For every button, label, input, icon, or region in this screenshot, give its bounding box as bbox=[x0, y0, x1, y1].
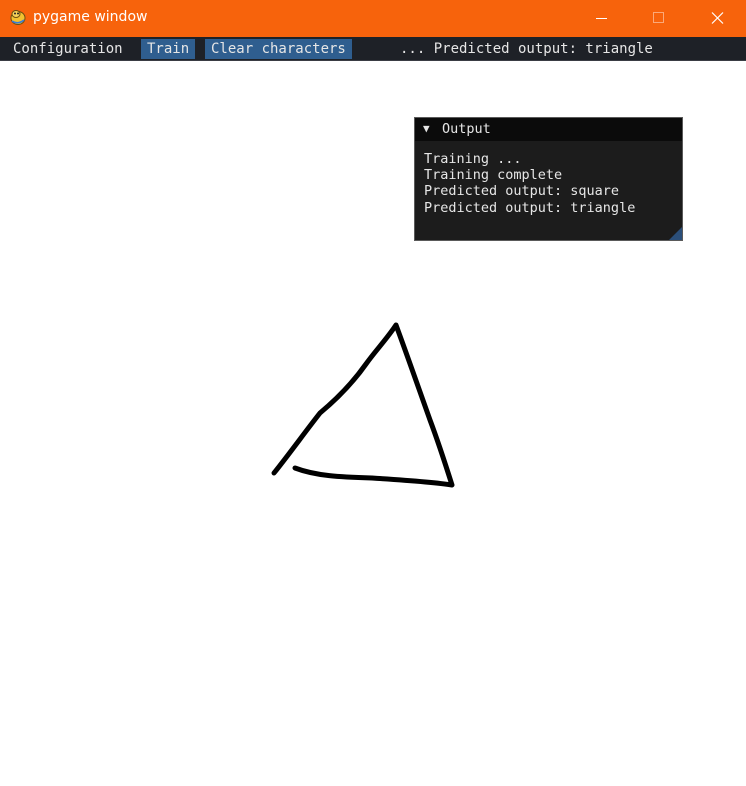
pygame-window: pygame window Configuration Train Clear … bbox=[0, 0, 746, 786]
window-title: pygame window bbox=[33, 9, 148, 25]
pygame-snake-icon bbox=[10, 10, 26, 25]
log-line: Training complete bbox=[424, 167, 563, 184]
resize-grip-icon[interactable] bbox=[669, 227, 682, 240]
output-panel-header[interactable]: ▼ Output bbox=[415, 118, 682, 141]
minimize-button[interactable] bbox=[572, 0, 630, 37]
maximize-button[interactable] bbox=[630, 0, 688, 37]
close-icon bbox=[711, 12, 724, 24]
menu-bar: Configuration Train Clear characters ...… bbox=[0, 37, 746, 61]
maximize-icon bbox=[653, 12, 664, 23]
menu-configuration[interactable]: Configuration bbox=[7, 39, 129, 59]
prediction-status: ... Predicted output: triangle bbox=[400, 41, 653, 57]
log-line: Predicted output: triangle bbox=[424, 199, 636, 216]
output-panel-title: Output bbox=[442, 121, 491, 137]
title-bar[interactable]: pygame window bbox=[0, 0, 746, 37]
close-button[interactable] bbox=[688, 0, 746, 37]
menu-clear-characters[interactable]: Clear characters bbox=[205, 39, 352, 59]
minimize-icon bbox=[596, 18, 607, 19]
collapse-arrow-icon[interactable]: ▼ bbox=[423, 122, 430, 136]
log-line: Training ... bbox=[424, 151, 522, 167]
output-log: Training ... Training complete Predicted… bbox=[424, 151, 635, 216]
output-panel[interactable]: ▼ Output Training ... Training complete … bbox=[414, 117, 683, 241]
log-line: Predicted output: square bbox=[424, 183, 620, 200]
menu-train[interactable]: Train bbox=[141, 39, 196, 59]
